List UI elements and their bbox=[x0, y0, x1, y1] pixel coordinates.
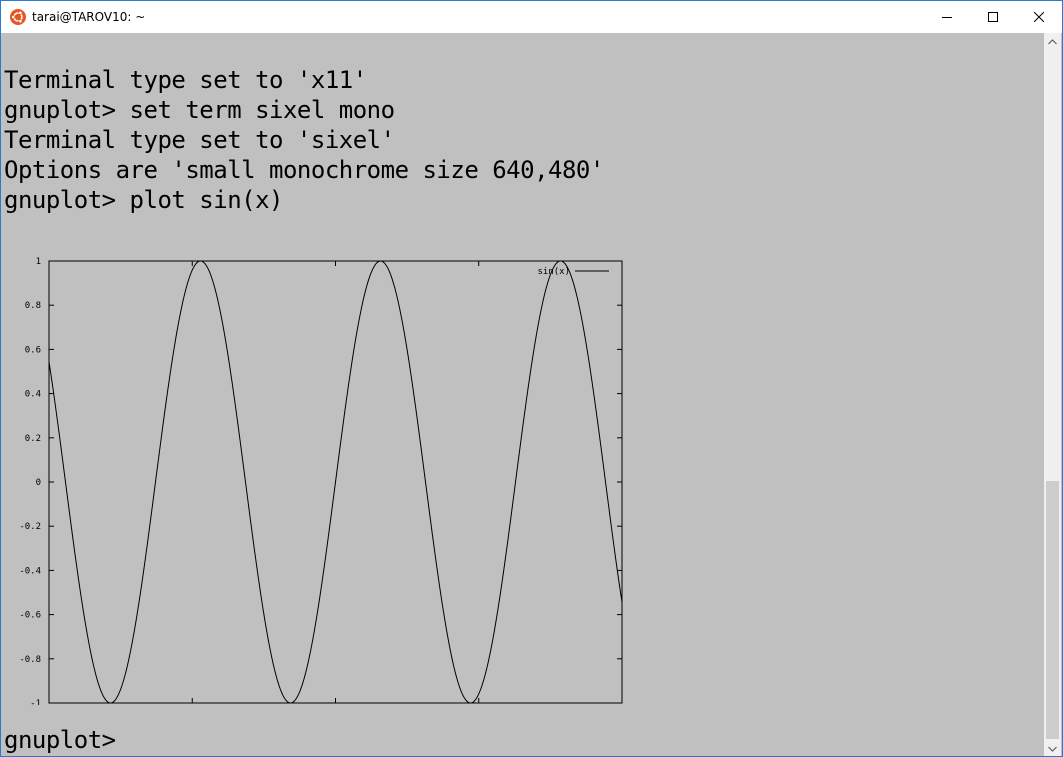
y-tick-label: 1 bbox=[36, 257, 41, 267]
vertical-scrollbar[interactable] bbox=[1044, 33, 1061, 756]
chevron-up-icon bbox=[1048, 38, 1057, 44]
terminal-line: Terminal type set to 'sixel' bbox=[4, 126, 395, 154]
maximize-button[interactable] bbox=[970, 1, 1016, 33]
window-title: tarai@TAROV10: ~ bbox=[32, 10, 146, 24]
terminal-line: gnuplot> set term sixel mono bbox=[4, 96, 395, 124]
legend-label: sin(x) bbox=[537, 267, 570, 277]
y-tick-label: 0.4 bbox=[25, 390, 41, 400]
close-icon bbox=[1034, 12, 1044, 22]
y-tick-label: -0.8 bbox=[19, 655, 41, 665]
terminal-line: Options are 'small monochrome size 640,4… bbox=[4, 156, 604, 184]
y-tick-label: 0.2 bbox=[25, 434, 41, 444]
chevron-down-icon bbox=[1048, 746, 1057, 752]
minimize-button[interactable] bbox=[924, 1, 970, 33]
y-tick-label: -0.6 bbox=[19, 611, 41, 621]
terminal-line: gnuplot> plot sin(x) bbox=[4, 186, 283, 214]
scroll-thumb[interactable] bbox=[1046, 481, 1059, 739]
sixel-plot: -1-0.8-0.6-0.4-0.200.20.40.60.81-10-5051… bbox=[19, 257, 623, 705]
terminal-line: Terminal type set to 'x11' bbox=[4, 66, 367, 94]
close-button[interactable] bbox=[1016, 1, 1062, 33]
y-tick-label: -0.2 bbox=[19, 522, 41, 532]
y-tick-label: -1 bbox=[30, 699, 41, 705]
y-tick-label: 0.6 bbox=[25, 345, 41, 355]
window-controls bbox=[924, 1, 1062, 33]
minimize-icon bbox=[942, 17, 952, 18]
terminal-output[interactable]: Terminal type set to 'x11' gnuplot> set … bbox=[2, 33, 1042, 756]
terminal-window: tarai@TAROV10: ~ Terminal type set to 'x… bbox=[0, 0, 1063, 757]
maximize-icon bbox=[988, 12, 998, 22]
title-bar[interactable]: tarai@TAROV10: ~ bbox=[1, 1, 1062, 33]
scroll-down-arrow[interactable] bbox=[1044, 740, 1061, 756]
y-tick-label: 0.8 bbox=[25, 301, 41, 311]
series-line-sin bbox=[48, 260, 623, 704]
y-tick-label: -0.4 bbox=[19, 566, 41, 576]
gnuplot-prompt[interactable]: gnuplot> bbox=[4, 725, 116, 755]
scroll-up-arrow[interactable] bbox=[1044, 33, 1061, 50]
ubuntu-logo-icon bbox=[10, 9, 26, 25]
y-tick-label: 0 bbox=[36, 478, 41, 488]
